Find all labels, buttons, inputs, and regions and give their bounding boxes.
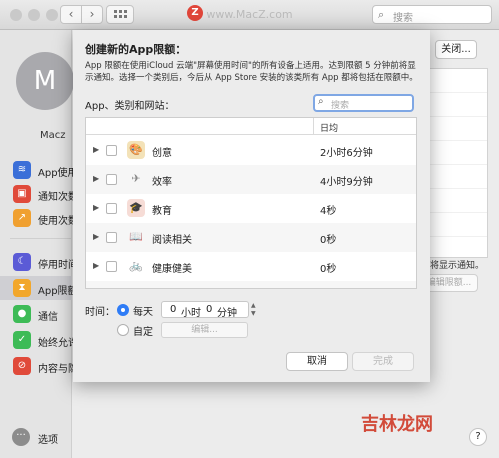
table-row[interactable]: ▶ 📖 阅读相关 0秒 [86, 223, 416, 252]
cancel-button[interactable]: 取消 [286, 352, 348, 371]
pickup-icon: ↗ [13, 209, 31, 227]
checkmark-icon: ✓ [13, 331, 31, 349]
disclosure-triangle-icon[interactable]: ▶ [93, 232, 99, 241]
minutes-unit: 分钟 [217, 308, 237, 319]
table-row[interactable]: ▶ ✈ 效率 4小时9分钟 [86, 165, 416, 194]
palette-icon: 🎨 [127, 141, 145, 159]
table-header: 日均 [86, 118, 416, 135]
sidebar-item-label: 停用时间 [38, 260, 78, 271]
daily-label[interactable]: 每天 [133, 303, 153, 318]
sidebar: M Macz ≋ App使用 ▣ 通知次数 ↗ 使用次数 ☾ 停用时间 ⧗ Ap… [0, 30, 88, 458]
minutes-value[interactable]: 0 [206, 304, 212, 315]
hours-value[interactable]: 0 [170, 304, 176, 315]
category-table: 日均 ▶ 🎨 创意 2小时6分钟 ▶ ✈ 效率 4小时9分钟 ▶ 🎓 教育 4秒… [85, 117, 417, 289]
hours-unit: 小时 [181, 308, 201, 319]
category-avg: 0秒 [320, 264, 337, 275]
downtime-moon-icon: ☾ [13, 253, 31, 271]
sidebar-item-pickups[interactable]: ↗ 使用次数 [0, 206, 78, 230]
sidebar-divider [10, 238, 72, 239]
custom-edit-button[interactable]: 编辑... [161, 322, 248, 338]
row-checkbox[interactable] [106, 174, 117, 185]
limits-list-background [428, 68, 488, 258]
help-button[interactable]: ? [469, 428, 487, 446]
window-search-field[interactable]: ⌕ 搜索 [372, 5, 492, 24]
bicycle-icon: 🚲 [129, 259, 143, 272]
category-search-input[interactable]: ⌕ 搜索 [313, 94, 414, 112]
window-titlebar: ‹ › Z www.MacZ.com ⌕ 搜索 [0, 0, 499, 30]
custom-label[interactable]: 自定 [133, 323, 153, 338]
table-row[interactable]: ▶ 🎨 创意 2小时6分钟 [86, 136, 416, 165]
person-icon: ● [13, 305, 31, 323]
sidebar-item-communication[interactable]: ● 通信 [0, 302, 72, 326]
disclosure-triangle-icon[interactable]: ▶ [93, 261, 99, 270]
daily-radio[interactable] [117, 304, 129, 316]
category-name: 效率 [152, 177, 172, 188]
search-icon: ⌕ [378, 8, 385, 21]
no-entry-icon: ⊘ [13, 357, 31, 375]
book-icon: 📖 [129, 230, 143, 243]
category-name: 阅读相关 [152, 235, 192, 246]
watermark-text: 吉林龙网 [361, 414, 433, 435]
category-name: 教育 [152, 206, 172, 217]
hourglass-icon: ⧗ [13, 279, 31, 297]
sidebar-item-label: 使用次数 [38, 216, 78, 227]
description-line: 示通知。选择一个类别后，今后从 App Store 安装的该类所有 App 都将… [85, 73, 418, 83]
category-name: 创意 [152, 148, 172, 159]
disclosure-triangle-icon[interactable]: ▶ [93, 145, 99, 154]
category-avg: 4秒 [320, 206, 337, 217]
disclosure-triangle-icon[interactable]: ▶ [93, 174, 99, 183]
sidebar-item-label: App限额 [38, 286, 78, 297]
disclosure-triangle-icon[interactable]: ▶ [93, 203, 99, 212]
time-limit-field[interactable]: 0 小时 0 分钟 [161, 301, 249, 319]
sheet-title: 创建新的App限额： [85, 43, 187, 56]
time-label: 时间： [85, 307, 115, 318]
category-avg: 4小时9分钟 [320, 177, 373, 188]
category-avg: 2小时6分钟 [320, 148, 373, 159]
sidebar-item-app-limits[interactable]: ⧗ App限额 [0, 276, 78, 300]
column-header-name[interactable] [86, 118, 314, 135]
list-label: App、类别和网站： [85, 101, 175, 112]
layers-icon: ≋ [13, 161, 31, 179]
sidebar-item-label: App使用 [38, 168, 78, 179]
row-checkbox[interactable] [106, 261, 117, 272]
sidebar-item-label: 通信 [38, 312, 58, 323]
paper-plane-icon: ✈ [131, 172, 141, 185]
sidebar-item-always-allowed[interactable]: ✓ 始终允许 [0, 328, 78, 352]
sidebar-item-label: 通知次数 [38, 192, 78, 203]
search-icon: ⌕ [318, 96, 324, 107]
close-button[interactable]: 关闭... [435, 40, 477, 59]
sidebar-item-notifications[interactable]: ▣ 通知次数 [0, 182, 78, 206]
notification-icon: ▣ [13, 185, 31, 203]
notification-note: 将显示通知。 [430, 261, 485, 271]
sheet-description: App 限额在使用iCloud 云端"屏幕使用时间"的所有设备上适用。达到限额 … [85, 60, 418, 84]
sidebar-item-downtime[interactable]: ☾ 停用时间 [0, 250, 78, 274]
stepper-up-icon[interactable]: ▲ [251, 302, 256, 309]
category-avg: 0秒 [320, 235, 337, 246]
search-placeholder: 搜索 [393, 13, 413, 24]
row-checkbox[interactable] [106, 145, 117, 156]
category-name: 健康健美 [152, 264, 192, 275]
options-label: 选项 [38, 435, 58, 446]
stepper-down-icon[interactable]: ▼ [251, 310, 256, 317]
row-checkbox[interactable] [106, 232, 117, 243]
custom-radio[interactable] [117, 324, 129, 336]
create-app-limit-sheet: 创建新的App限额： App 限额在使用iCloud 云端"屏幕使用时间"的所有… [73, 30, 430, 382]
user-name: Macz [40, 130, 66, 141]
table-row[interactable]: ▶ 🚲 健康健美 0秒 [86, 252, 416, 281]
education-icon: 🎓 [127, 199, 145, 217]
done-button[interactable]: 完成 [352, 352, 414, 371]
table-row[interactable]: ▶ 🎓 教育 4秒 [86, 194, 416, 223]
description-line: App 限额在使用iCloud 云端"屏幕使用时间"的所有设备上适用。达到限额 … [85, 61, 416, 71]
column-header-avg[interactable]: 日均 [320, 121, 338, 134]
sidebar-item-content-privacy[interactable]: ⊘ 内容与隐私 [0, 354, 88, 378]
search-placeholder: 搜索 [331, 101, 350, 111]
row-checkbox[interactable] [106, 203, 117, 214]
sidebar-item-label: 始终允许 [38, 338, 78, 349]
table-row-partial [86, 281, 416, 288]
time-stepper[interactable]: ▲ ▼ [251, 300, 260, 319]
avatar: M [16, 52, 74, 110]
more-options-icon: ··· [12, 428, 30, 446]
sidebar-item-app-usage[interactable]: ≋ App使用 [0, 158, 78, 182]
